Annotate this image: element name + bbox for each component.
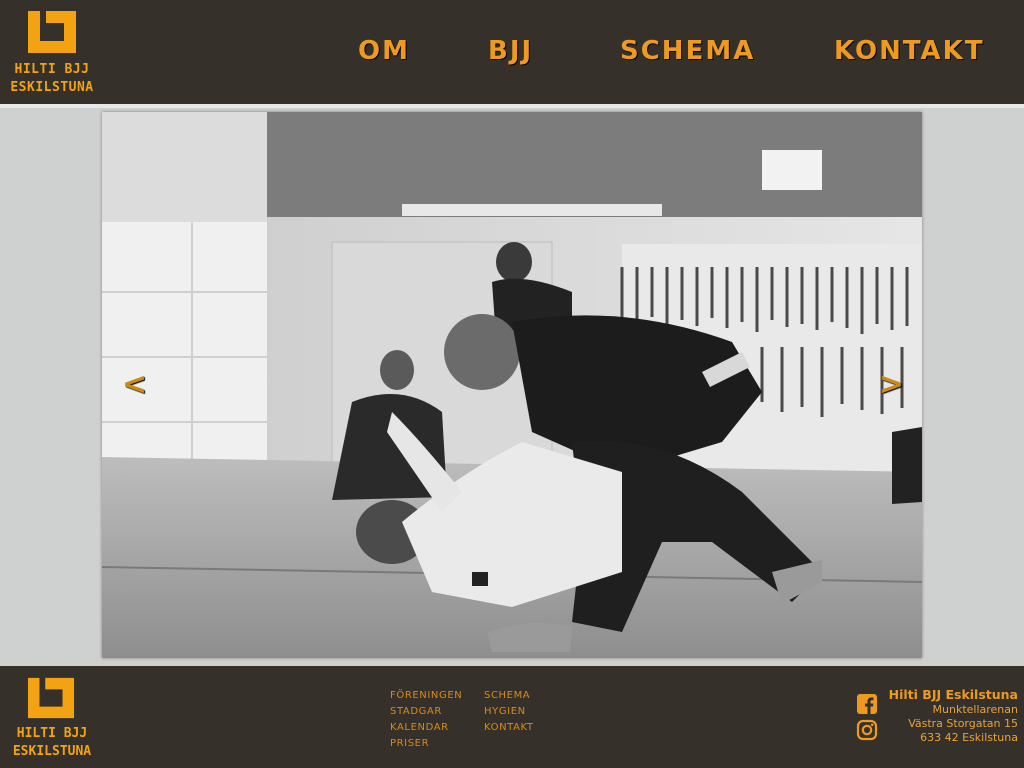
club-name: Hilti BJJ Eskilstuna: [888, 687, 1018, 702]
instagram-icon[interactable]: [856, 719, 878, 741]
footer-links-col1: FÖRENINGEN STADGAR KALENDAR PRISER: [390, 688, 462, 752]
nav-schema[interactable]: SCHEMA: [620, 36, 755, 66]
slider-next-button[interactable]: >: [879, 367, 904, 402]
footer-link-kontakt[interactable]: KONTAKT: [484, 720, 534, 736]
footer-link-priser[interactable]: PRISER: [390, 736, 462, 752]
address-street: Västra Storgatan 15: [908, 717, 1018, 730]
footer-logo-text-line2: ESKILSTUNA: [12, 744, 92, 759]
slider-prev-button[interactable]: <: [122, 367, 147, 402]
logo-mark-icon: [27, 677, 75, 719]
site-header: HILTI BJJ ESKILSTUNA OM BJJ SCHEMA KONTA…: [0, 0, 1024, 104]
footer-link-kalendar[interactable]: KALENDAR: [390, 720, 462, 736]
site-logo[interactable]: HILTI BJJ ESKILSTUNA: [0, 0, 104, 100]
header-divider: [0, 104, 1024, 108]
nav-bjj[interactable]: BJJ: [488, 36, 533, 66]
site-footer: HILTI BJJ ESKILSTUNA FÖRENINGEN STADGAR …: [0, 666, 1024, 768]
footer-links-col2: SCHEMA HYGIEN KONTAKT: [484, 688, 534, 736]
footer-logo[interactable]: HILTI BJJ ESKILSTUNA: [0, 666, 104, 768]
logo-text-line2: ESKILSTUNA: [10, 80, 94, 95]
footer-link-hygien[interactable]: HYGIEN: [484, 704, 534, 720]
footer-link-stadgar[interactable]: STADGAR: [390, 704, 462, 720]
address-city: 633 42 Eskilstuna: [920, 731, 1018, 744]
footer-link-schema[interactable]: SCHEMA: [484, 688, 534, 704]
facebook-icon[interactable]: [856, 693, 878, 715]
footer-logo-text-line1: HILTI BJJ: [16, 726, 88, 741]
logo-mark-icon: [28, 11, 76, 53]
nav-kontakt[interactable]: KONTAKT: [834, 36, 985, 66]
footer-contact: Hilti BJJ Eskilstuna Munktellarenan Väst…: [889, 687, 1018, 745]
footer-link-foreningen[interactable]: FÖRENINGEN: [390, 688, 462, 704]
image-slider: < >: [102, 112, 922, 658]
logo-text-line1: HILTI BJJ: [14, 62, 90, 77]
slider-photo: [102, 112, 922, 658]
address-place: Munktellarenan: [932, 703, 1018, 716]
nav-om[interactable]: OM: [358, 36, 410, 66]
